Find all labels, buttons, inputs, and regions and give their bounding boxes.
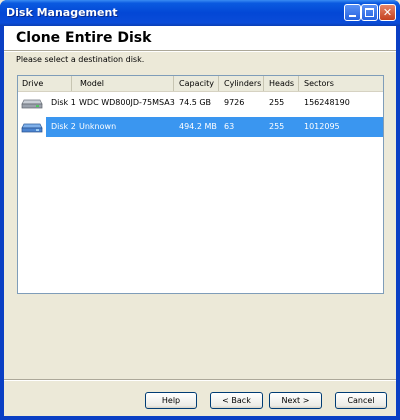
cell-heads: 255	[269, 122, 285, 131]
minimize-icon	[349, 15, 356, 17]
hard-disk-icon	[21, 99, 43, 109]
cell-capacity: 494.2 MB	[179, 122, 217, 131]
column-header-capacity[interactable]: Capacity	[175, 76, 219, 91]
footer-divider	[4, 379, 396, 381]
cell-model: Unknown	[79, 122, 117, 131]
table-row-selected[interactable]: Disk 2 Unknown 494.2 MB 63 255 1012095	[18, 117, 383, 137]
cell-sectors: 156248190	[304, 98, 350, 107]
cell-cylinders: 63	[224, 122, 235, 131]
cancel-button[interactable]: Cancel	[335, 392, 387, 409]
minimize-button[interactable]	[344, 4, 361, 21]
column-header-cylinders[interactable]: Cylinders	[220, 76, 264, 91]
cell-drive: Disk 1	[51, 98, 76, 107]
help-button[interactable]: Help	[145, 392, 197, 409]
cell-sectors: 1012095	[304, 122, 340, 131]
column-header-sectors[interactable]: Sectors	[300, 76, 383, 91]
header-divider	[4, 50, 396, 52]
column-header-model[interactable]: Model	[76, 76, 174, 91]
cell-model: WDC WD800JD-75MSA3	[79, 98, 175, 107]
maximize-button[interactable]	[361, 4, 378, 21]
header-panel: Clone Entire Disk	[4, 26, 396, 50]
close-icon: ✕	[382, 6, 393, 19]
disk-list[interactable]: Drive Model Capacity Cylinders Heads Sec…	[17, 75, 384, 294]
page-title: Clone Entire Disk	[16, 30, 152, 46]
title-bar[interactable]: Disk Management ✕	[0, 0, 400, 26]
next-button[interactable]: Next >	[269, 392, 322, 409]
dialog-body: Clone Entire Disk Please select a destin…	[4, 26, 396, 416]
disk-management-window: Disk Management ✕ Clone Entire Disk Plea…	[0, 0, 400, 420]
cell-capacity: 74.5 GB	[179, 98, 212, 107]
instruction-text: Please select a destination disk.	[16, 55, 145, 64]
table-header: Drive Model Capacity Cylinders Heads Sec…	[18, 76, 383, 92]
hard-disk-icon	[21, 123, 43, 133]
cell-drive: Disk 2	[51, 122, 76, 131]
back-button[interactable]: < Back	[210, 392, 263, 409]
window-title: Disk Management	[6, 6, 118, 19]
cell-heads: 255	[269, 98, 285, 107]
column-header-heads[interactable]: Heads	[265, 76, 299, 91]
column-header-drive[interactable]: Drive	[18, 76, 72, 91]
maximize-icon	[365, 8, 374, 17]
table-row[interactable]: Disk 1 WDC WD800JD-75MSA3 74.5 GB 9726 2…	[18, 93, 383, 113]
cell-cylinders: 9726	[224, 98, 245, 107]
close-button[interactable]: ✕	[379, 4, 396, 21]
